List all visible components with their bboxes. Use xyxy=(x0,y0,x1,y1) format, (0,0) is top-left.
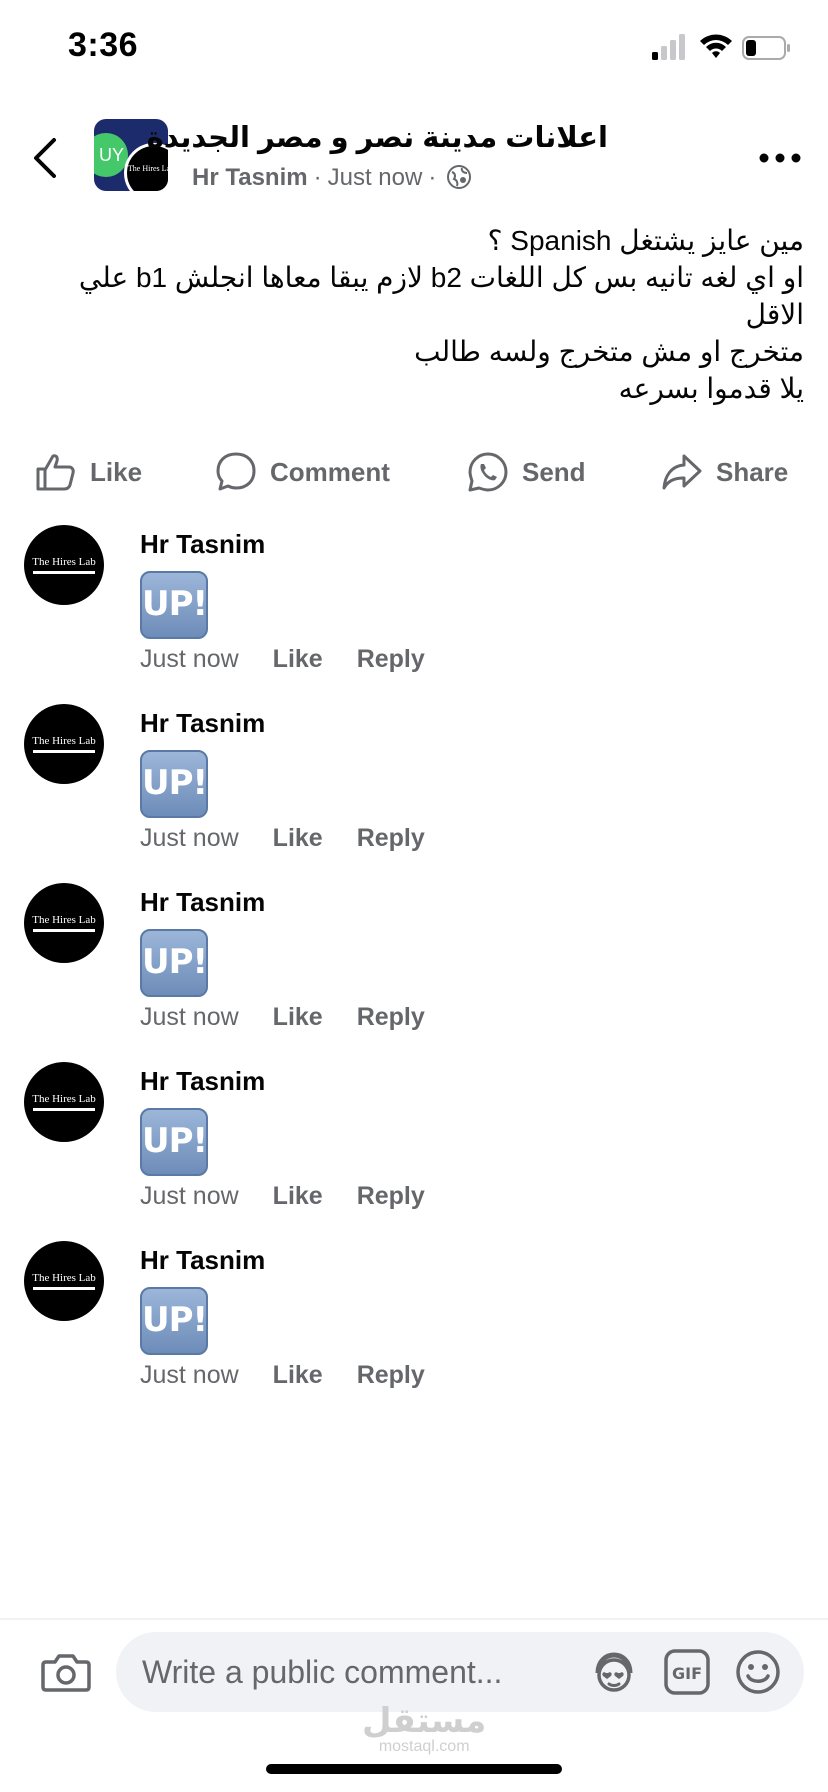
comment-meta: Just now Like Reply xyxy=(140,1361,425,1390)
comment-time: Just now xyxy=(140,1361,239,1389)
like-button[interactable]: Like xyxy=(34,444,142,500)
comment-like-button[interactable]: Like xyxy=(273,824,323,853)
comment-like-button[interactable]: Like xyxy=(273,1361,323,1390)
group-avatar-green-badge: UY xyxy=(94,133,128,177)
whatsapp-icon xyxy=(468,452,508,492)
home-indicator[interactable] xyxy=(266,1764,562,1774)
commenter-name[interactable]: Hr Tasnim xyxy=(140,708,265,739)
share-button[interactable]: Share xyxy=(660,444,788,500)
post-line: يلا قدموا بسرعه xyxy=(618,373,804,404)
post-text: مين عايز يشتغل Spanish ؟ او اي لغه تانيه… xyxy=(40,222,804,407)
commenter-name[interactable]: Hr Tasnim xyxy=(140,1245,265,1276)
commenter-avatar[interactable]: The Hires Lab xyxy=(24,704,104,784)
wifi-icon xyxy=(700,34,732,58)
post-line: او اي لغه تانيه بس كل اللغات b2 لازم يبق… xyxy=(78,262,804,330)
commenter-avatar[interactable]: The Hires Lab xyxy=(24,525,104,605)
commenter-name[interactable]: Hr Tasnim xyxy=(140,1066,265,1097)
battery-icon xyxy=(742,36,790,60)
comment-time: Just now xyxy=(140,1003,239,1031)
composer-divider xyxy=(0,1618,828,1620)
comment-bubble-icon xyxy=(216,452,256,491)
comment-reply-button[interactable]: Reply xyxy=(357,824,425,853)
comment-reply-button[interactable]: Reply xyxy=(357,645,425,674)
avatar-sticker-icon[interactable] xyxy=(590,1649,638,1697)
gif-icon[interactable]: GIF xyxy=(664,1649,710,1695)
comment-item: The Hires Lab Hr Tasnim UP! Just now Lik… xyxy=(0,1241,828,1411)
commenter-avatar[interactable]: The Hires Lab xyxy=(24,1062,104,1142)
comment-time: Just now xyxy=(140,645,239,673)
send-button[interactable]: Send xyxy=(466,444,586,500)
comment-like-button[interactable]: Like xyxy=(273,645,323,674)
comment-item: The Hires Lab Hr Tasnim UP! Just now Lik… xyxy=(0,1062,828,1232)
group-title[interactable]: اعلانات مدينة نصر و مصر الجديدة xyxy=(147,120,608,155)
post-action-bar: Like Comment Send Share xyxy=(0,444,828,500)
up-sticker: UP! xyxy=(140,571,208,639)
comment-like-button[interactable]: Like xyxy=(273,1003,323,1032)
commenter-name[interactable]: Hr Tasnim xyxy=(140,529,265,560)
camera-icon[interactable] xyxy=(40,1646,92,1698)
globe-icon xyxy=(447,165,472,189)
comment-reply-button[interactable]: Reply xyxy=(357,1003,425,1032)
comment-input-placeholder: Write a public comment... xyxy=(142,1654,503,1690)
more-options-icon[interactable] xyxy=(758,146,802,170)
comment-meta: Just now Like Reply xyxy=(140,1182,425,1211)
commenter-avatar[interactable]: The Hires Lab xyxy=(24,883,104,963)
comment-item: The Hires Lab Hr Tasnim UP! Just now Lik… xyxy=(0,704,828,874)
post-line: مين عايز يشتغل Spanish ؟ xyxy=(487,225,804,256)
post-meta: Hr Tasnim · Just now · xyxy=(192,164,472,192)
back-arrow-icon[interactable] xyxy=(28,134,64,182)
up-sticker: UP! xyxy=(140,1108,208,1176)
comment-reply-button[interactable]: Reply xyxy=(357,1361,425,1390)
up-sticker: UP! xyxy=(140,750,208,818)
watermark: مستقل mostaql.com xyxy=(362,1702,487,1755)
comment-time: Just now xyxy=(140,1182,239,1210)
post-author[interactable]: Hr Tasnim xyxy=(192,164,308,191)
comment-like-button[interactable]: Like xyxy=(273,1182,323,1211)
up-sticker: UP! xyxy=(140,929,208,997)
thumbs-up-icon xyxy=(36,454,75,491)
comment-input[interactable]: Write a public comment... GIF xyxy=(116,1632,804,1712)
comment-meta: Just now Like Reply xyxy=(140,1003,425,1032)
comment-meta: Just now Like Reply xyxy=(140,645,425,674)
status-time: 3:36 xyxy=(68,26,139,64)
comment-item: The Hires Lab Hr Tasnim UP! Just now Lik… xyxy=(0,525,828,695)
cellular-signal-icon xyxy=(652,34,685,60)
share-arrow-icon xyxy=(662,454,702,490)
post-line: متخرج او مش متخرج ولسه طالب xyxy=(414,336,804,367)
post-timestamp[interactable]: Just now xyxy=(328,164,423,191)
comment-time: Just now xyxy=(140,824,239,852)
comment-meta: Just now Like Reply xyxy=(140,824,425,853)
comment-item: The Hires Lab Hr Tasnim UP! Just now Lik… xyxy=(0,883,828,1053)
comment-reply-button[interactable]: Reply xyxy=(357,1182,425,1211)
emoji-icon[interactable] xyxy=(734,1648,782,1696)
comment-button[interactable]: Comment xyxy=(214,444,390,500)
svg-text:GIF: GIF xyxy=(672,1664,702,1683)
commenter-name[interactable]: Hr Tasnim xyxy=(140,887,265,918)
commenter-avatar[interactable]: The Hires Lab xyxy=(24,1241,104,1321)
up-sticker: UP! xyxy=(140,1287,208,1355)
